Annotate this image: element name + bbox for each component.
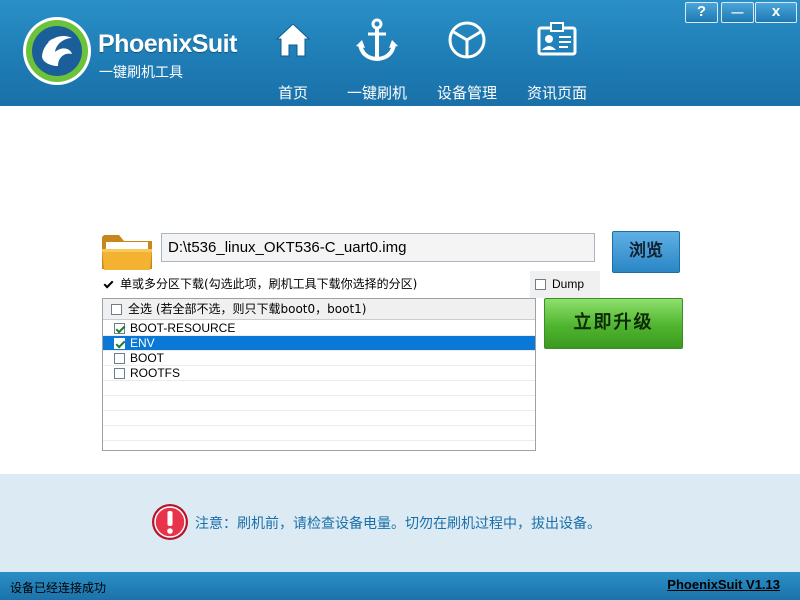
news-icon: [537, 22, 577, 56]
brand-name: PhoenixSuit: [98, 30, 237, 58]
empty-row: [103, 381, 535, 396]
select-all-checkbox[interactable]: [111, 304, 122, 315]
partition-row-rootfs[interactable]: ROOTFS: [103, 366, 535, 381]
select-all-row[interactable]: 全选 (若全部不选，则只下载boot0，boot1): [103, 299, 535, 320]
help-button[interactable]: ?: [685, 2, 718, 23]
anchor-icon: [356, 18, 398, 62]
warning-icon: [152, 504, 188, 540]
connection-status: 设备已经连接成功: [10, 581, 107, 595]
nav-flash-label: 一键刷机: [346, 84, 407, 102]
partition-name: ENV: [130, 336, 155, 350]
dump-label: Dump: [552, 277, 585, 291]
partition-name: ROOTFS: [130, 366, 180, 380]
empty-row: [103, 396, 535, 411]
partition-name: BOOT-RESOURCE: [130, 321, 236, 335]
close-button[interactable]: x: [755, 2, 797, 23]
nav-flash[interactable]: 一键刷机: [332, 18, 422, 104]
nav-device[interactable]: 设备管理: [422, 18, 512, 104]
dump-option[interactable]: Dump: [530, 271, 600, 298]
dump-checkbox[interactable]: [535, 279, 546, 291]
partition-checkbox[interactable]: [114, 368, 125, 380]
nav-home-label: 首页: [277, 84, 308, 102]
nav-news[interactable]: 资讯页面: [512, 18, 602, 104]
partition-row-boot[interactable]: BOOT: [103, 351, 535, 366]
empty-row: [103, 411, 535, 426]
partition-row-boot-resource[interactable]: BOOT-RESOURCE: [103, 321, 535, 336]
partition-download-label: 单或多分区下载(勾选此项，刷机工具下载你选择的分区): [120, 277, 418, 291]
partition-download-option[interactable]: 单或多分区下载(勾选此项，刷机工具下载你选择的分区): [103, 277, 417, 291]
nav-home[interactable]: 首页: [248, 18, 338, 104]
upgrade-now-button[interactable]: 立即升级: [544, 298, 683, 349]
partition-download-checkbox[interactable]: [103, 279, 114, 290]
firmware-path-input[interactable]: D:\t536_linux_OKT536-C_uart0.img: [161, 233, 595, 262]
select-all-label: 全选 (若全部不选，则只下载boot0，boot1): [128, 302, 367, 316]
notice-text: 注意：刷机前，请检查设备电量。切勿在刷机过程中，拔出设备。: [195, 516, 601, 532]
cube-icon: [448, 21, 486, 59]
version-link[interactable]: PhoenixSuit V1.13: [667, 577, 780, 592]
partition-list[interactable]: 全选 (若全部不选，则只下载boot0，boot1) BOOT-RESOURCE…: [102, 298, 536, 451]
partition-checkbox[interactable]: [114, 353, 125, 365]
empty-row: [103, 426, 535, 441]
browse-button[interactable]: 浏览: [612, 231, 680, 273]
brand-subtitle: 一键刷机工具: [99, 65, 183, 81]
phoenix-logo-icon: [23, 17, 91, 85]
nav-device-label: 设备管理: [436, 84, 497, 102]
status-bar: 设备已经连接成功 PhoenixSuit V1.13: [0, 572, 800, 600]
folder-icon[interactable]: [100, 229, 154, 273]
minimize-button[interactable]: —: [721, 2, 754, 23]
partition-checkbox[interactable]: [114, 323, 125, 335]
partition-row-env[interactable]: ENV: [103, 336, 535, 351]
nav-news-label: 资讯页面: [526, 84, 587, 102]
title-bar: PhoenixSuit 一键刷机工具 首页 一键刷机 设备管理 资讯页面 ? —…: [0, 0, 800, 106]
home-icon: [275, 23, 311, 57]
partition-name: BOOT: [130, 351, 165, 365]
partition-checkbox[interactable]: [114, 338, 125, 350]
